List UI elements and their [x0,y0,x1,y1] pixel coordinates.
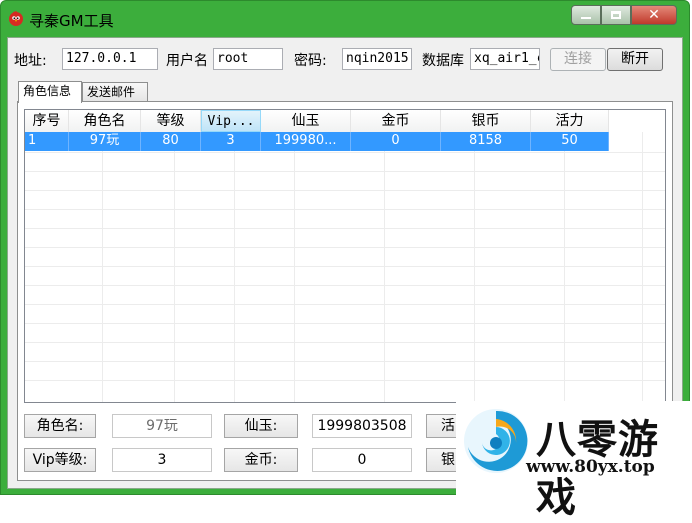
gold-label: 金币: [224,448,298,472]
grid-line [234,132,235,402]
role-name-cell: 97玩 [69,132,141,151]
column-header[interactable]: Vip... [201,110,261,132]
vip-level-label: Vip等级: [24,448,96,472]
column-header[interactable]: 等级 [141,110,201,132]
vip-level-field[interactable]: 3 [112,448,212,472]
password-label: 密码: [294,53,327,69]
disconnect-button[interactable]: 断开 [607,48,663,71]
username-input[interactable]: root [213,48,283,70]
column-header[interactable]: 活力 [531,110,609,132]
swirl-logo-icon [464,409,528,473]
watermark: 八零游戏 www.80yx.top [456,401,692,521]
column-header[interactable]: 角色名 [69,110,141,132]
close-icon: ✕ [648,7,660,23]
grid-line [564,132,565,402]
role-data-grid[interactable]: 序号 角色名 等级 Vip... 仙玉 金币 银币 活力 1 97玩 80 3 … [24,109,666,403]
minimize-icon [581,17,591,19]
maximize-button[interactable] [601,5,631,25]
vip-cell: 3 [201,132,261,151]
grid-line [294,132,295,402]
database-input[interactable]: xq_air1_c [470,48,540,70]
silver-cell: 8158 [441,132,531,151]
level-cell: 80 [141,132,201,151]
xianyu-field[interactable]: 1999803508 [312,414,412,438]
connect-button[interactable]: 连接 [550,48,606,71]
gold-field[interactable]: 0 [312,448,412,472]
role-name-label: 角色名: [24,414,96,438]
close-button[interactable]: ✕ [631,5,677,25]
column-header[interactable]: 金币 [351,110,441,132]
column-header[interactable]: 序号 [25,110,69,132]
xianyu-label: 仙玉: [224,414,298,438]
table-row[interactable]: 1 97玩 80 3 199980... 0 8158 50 [25,132,609,151]
address-label: 地址: [14,53,47,69]
address-input[interactable]: 127.0.0.1 [62,48,158,70]
username-label: 用户名 [166,53,208,69]
column-header[interactable]: 银币 [441,110,531,132]
row-index-cell: 1 [25,132,69,151]
grid-line [174,132,175,402]
column-header[interactable]: 仙玉 [261,110,351,132]
database-label: 数据库 [422,53,464,69]
maximize-icon [611,11,621,19]
xianyu-cell: 199980... [261,132,351,151]
password-input[interactable]: nqin2015 [342,48,412,70]
grid-line [384,132,385,402]
grid-line [474,132,475,402]
grid-header: 序号 角色名 等级 Vip... 仙玉 金币 银币 活力 [25,110,609,133]
tab-send-mail[interactable]: 发送邮件 [82,82,148,102]
grid-line [102,132,103,402]
minimize-button[interactable] [571,5,601,25]
title-bar[interactable]: 寻秦GM工具 ✕ [1,1,689,37]
watermark-url: www.80yx.top [526,457,655,477]
role-name-field[interactable]: 97玩 [112,414,212,438]
window-title: 寻秦GM工具 [29,12,114,30]
gold-cell: 0 [351,132,441,151]
angry-bird-icon [9,11,23,26]
vitality-cell: 50 [531,132,609,151]
tab-role-info[interactable]: 角色信息 [18,81,82,103]
grid-line [642,132,643,402]
